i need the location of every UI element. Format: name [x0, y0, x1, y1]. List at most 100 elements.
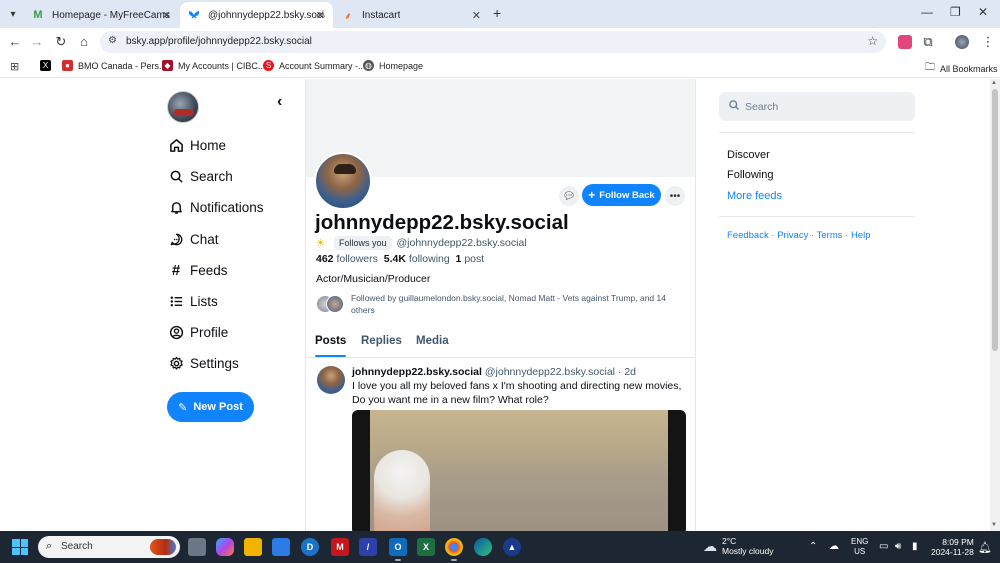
- restore-icon[interactable]: ❐: [950, 5, 961, 19]
- outlook-icon[interactable]: O: [389, 538, 407, 561]
- site-info-icon[interactable]: ⚙: [108, 35, 117, 46]
- profile-stats: 462 followers 5.4K following 1 post: [316, 253, 484, 265]
- browser-tab-instacart[interactable]: ⸙ Instacart ✕: [334, 2, 489, 28]
- mcafee-icon[interactable]: M: [331, 538, 349, 556]
- browser-menu-icon[interactable]: ⋮: [980, 34, 996, 50]
- nav-item-feeds[interactable]: # Feeds: [168, 262, 228, 279]
- bookmark-homepage[interactable]: ◍ Homepage: [363, 60, 423, 71]
- nav-label: Search: [190, 168, 233, 184]
- more-options-button[interactable]: •••: [665, 186, 685, 206]
- my-avatar[interactable]: [167, 91, 199, 123]
- minimize-icon[interactable]: —: [921, 5, 933, 19]
- nav-item-home[interactable]: Home: [168, 137, 226, 153]
- edge-icon[interactable]: [474, 538, 492, 556]
- post-time[interactable]: 2d: [624, 366, 636, 378]
- close-tab-icon[interactable]: ✕: [472, 9, 481, 22]
- volume-icon[interactable]: 🔊︎: [895, 541, 901, 552]
- address-bar[interactable]: ⚙ bsky.app/profile/johnnydepp22.bsky.soc…: [100, 31, 886, 53]
- tab-replies[interactable]: Replies: [361, 335, 402, 347]
- privacy-link[interactable]: Privacy: [777, 230, 808, 241]
- help-link[interactable]: Help: [851, 230, 871, 241]
- nav-item-lists[interactable]: Lists: [168, 293, 218, 309]
- follow-back-button[interactable]: + Follow Back: [582, 184, 661, 206]
- search-input[interactable]: Search: [719, 92, 915, 121]
- battery-icon[interactable]: ▮: [912, 541, 918, 552]
- bookmark-star-icon[interactable]: ☆: [867, 34, 878, 48]
- bookmark-x[interactable]: X: [40, 60, 56, 71]
- divider: [719, 132, 915, 133]
- windows-start-icon[interactable]: [12, 539, 28, 555]
- app-icon[interactable]: /: [359, 538, 377, 556]
- nav-item-settings[interactable]: Settings: [168, 355, 239, 371]
- extension-icon[interactable]: [898, 35, 912, 49]
- feed-link-discover[interactable]: Discover: [727, 149, 770, 161]
- taskbar-search[interactable]: ⌕ Search: [38, 536, 180, 558]
- home-page-icon[interactable]: ⌂: [76, 34, 92, 49]
- chat-icon: [168, 231, 184, 247]
- tab-posts[interactable]: Posts: [315, 335, 347, 357]
- nav-item-profile[interactable]: Profile: [168, 324, 228, 340]
- nav-item-search[interactable]: Search: [168, 168, 233, 184]
- network-icon[interactable]: ▭: [879, 541, 888, 552]
- profile-avatar-icon[interactable]: [955, 35, 969, 49]
- profile-icon: [168, 324, 184, 340]
- forward-icon[interactable]: →: [29, 34, 45, 49]
- follow-back-label: Follow Back: [599, 189, 655, 201]
- myfreecams-favicon-icon: M: [33, 9, 43, 21]
- followers-link[interactable]: 462 followers: [316, 253, 378, 265]
- bookmark-cibc[interactable]: ◆ My Accounts | CIBC...: [162, 60, 265, 71]
- bookmark-scotia[interactable]: S Account Summary -...: [263, 60, 366, 71]
- post-author-handle[interactable]: @johnnydepp22.bsky.social: [485, 366, 615, 378]
- back-icon[interactable]: ←: [7, 34, 23, 49]
- close-tab-icon[interactable]: ✕: [316, 9, 325, 22]
- message-button[interactable]: 💬︎: [559, 186, 579, 206]
- task-view-icon[interactable]: [188, 538, 206, 556]
- feed-link-following[interactable]: Following: [727, 169, 773, 181]
- show-hidden-icons-icon[interactable]: ⌃: [809, 541, 817, 552]
- language-indicator[interactable]: ENG US: [851, 537, 868, 557]
- browser-tab-myfreecams[interactable]: M Homepage - MyFreeCams ✕: [24, 2, 179, 28]
- close-tab-icon[interactable]: ✕: [162, 9, 171, 22]
- scrollbar-thumb[interactable]: [992, 89, 998, 351]
- post-video[interactable]: [352, 410, 686, 531]
- copilot-icon[interactable]: [216, 538, 234, 556]
- tab-media[interactable]: Media: [416, 335, 449, 347]
- all-bookmarks[interactable]: 🗀 All Bookmarks: [925, 60, 998, 77]
- nav-item-notifications[interactable]: Notifications: [168, 199, 264, 215]
- bookmark-bmo[interactable]: ● BMO Canada - Pers...: [62, 60, 167, 71]
- microsoft-store-icon[interactable]: [272, 538, 290, 556]
- scroll-up-icon[interactable]: ▲: [991, 80, 997, 86]
- feedback-link[interactable]: Feedback: [727, 230, 769, 241]
- tab-search-dropdown-icon[interactable]: ▾: [4, 5, 22, 23]
- onedrive-cloud-icon[interactable]: ☁: [829, 541, 839, 552]
- extensions-puzzle-icon[interactable]: ⧉: [920, 34, 936, 50]
- post-author-avatar[interactable]: [317, 366, 345, 394]
- chrome-icon[interactable]: [445, 538, 463, 561]
- file-explorer-icon[interactable]: [244, 538, 262, 556]
- more-feeds-link[interactable]: More feeds: [727, 190, 782, 202]
- post-author-name[interactable]: johnnydepp22.bsky.social: [352, 366, 482, 378]
- browser-tab-bluesky[interactable]: @johnnydepp22.bsky.social — ✕: [180, 2, 333, 28]
- new-tab-icon[interactable]: +: [493, 5, 501, 21]
- app-icon[interactable]: ▲: [503, 538, 521, 556]
- chevron-left-icon[interactable]: ‹: [277, 93, 282, 111]
- close-window-icon[interactable]: ✕: [978, 5, 988, 19]
- new-post-button[interactable]: ✎ New Post: [167, 392, 254, 422]
- dell-icon[interactable]: D: [301, 538, 319, 556]
- apps-grid-icon[interactable]: ⊞: [10, 60, 19, 73]
- clock[interactable]: 8:09 PM 2024-11-28: [931, 537, 974, 557]
- scroll-down-icon[interactable]: ▼: [991, 522, 997, 528]
- nav-item-chat[interactable]: Chat: [168, 231, 219, 247]
- post-item[interactable]: johnnydepp22.bsky.social @johnnydepp22.b…: [306, 359, 695, 531]
- following-link[interactable]: 5.4K following: [384, 253, 450, 265]
- url-text[interactable]: bsky.app/profile/johnnydepp22.bsky.socia…: [126, 36, 312, 47]
- page-scrollbar[interactable]: ▲ ▼: [990, 79, 1000, 531]
- profile-handle-row: ☀ Follows you @johnnydepp22.bsky.social: [316, 236, 527, 250]
- notification-bell-icon[interactable]: 🔔︎: [978, 541, 992, 554]
- terms-link[interactable]: Terms: [817, 230, 843, 241]
- taskbar-search-placeholder: Search: [61, 541, 93, 552]
- excel-icon[interactable]: X: [417, 538, 435, 556]
- profile-avatar[interactable]: [314, 152, 372, 210]
- weather-widget[interactable]: ☁ 2°C Mostly cloudy: [703, 536, 774, 556]
- reload-icon[interactable]: ↻: [53, 34, 69, 50]
